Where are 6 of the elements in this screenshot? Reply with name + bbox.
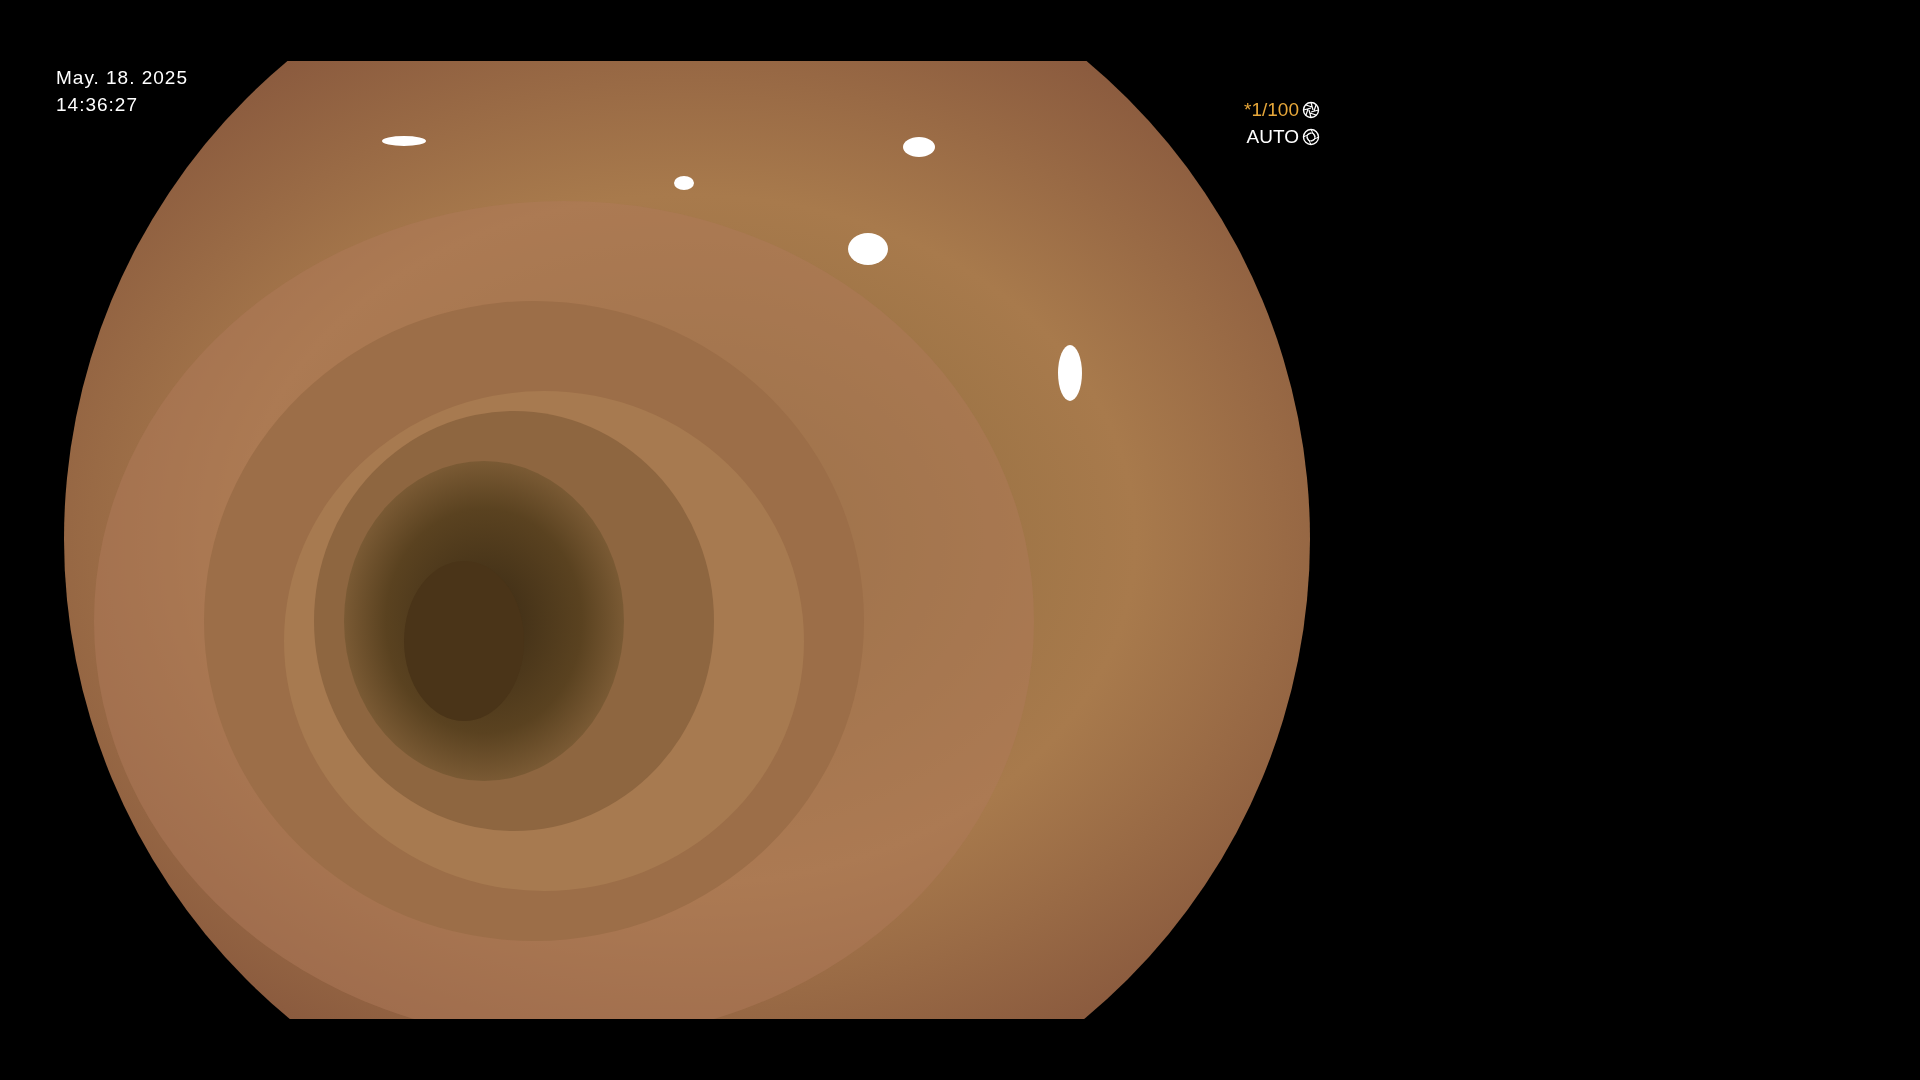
iris-mode-text: AUTO xyxy=(1246,125,1299,149)
iris-icon xyxy=(1302,128,1320,146)
date-text: May. 18. 2025 xyxy=(56,66,188,90)
time-text: 14:36:27 xyxy=(56,93,139,117)
shutter-speed-text: *1/100 xyxy=(1244,98,1299,122)
aperture-icon xyxy=(1302,101,1320,119)
